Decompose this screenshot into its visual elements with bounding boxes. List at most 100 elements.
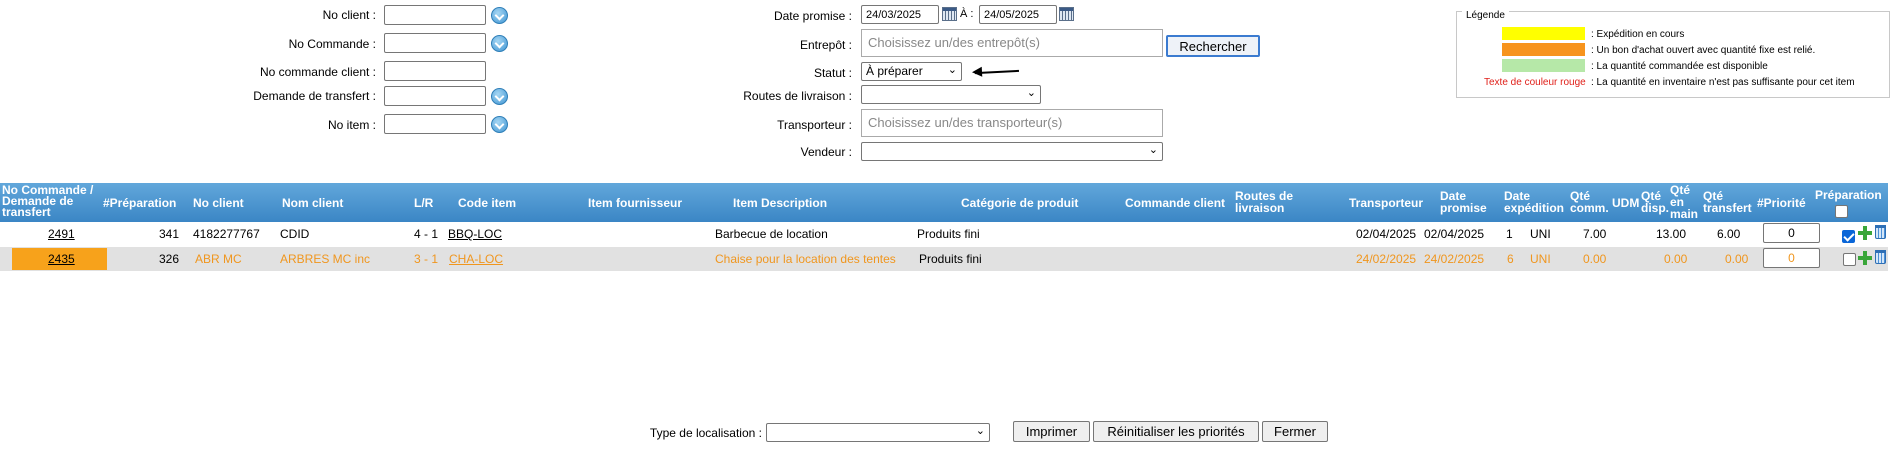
udm-cell: UNI	[1530, 227, 1551, 241]
table-header: No Commande / Demande de transfert #Prépar…	[0, 183, 1888, 222]
qte-main-cell: 13.00	[1656, 227, 1687, 241]
qte-comm-cell: 1	[1506, 227, 1513, 241]
description-cell: Chaise pour la location des tentes	[715, 252, 896, 266]
type-localisation-select[interactable]: ⌄	[766, 423, 990, 442]
no-commande-label: No Commande :	[288, 37, 376, 51]
arrow-head-icon	[971, 66, 983, 78]
legend-swatch-yellow	[1502, 27, 1585, 40]
lr-cell: 3 - 1	[414, 252, 439, 266]
col-preparation[interactable]: Préparation	[1815, 189, 1882, 201]
col-date-expedition[interactable]: Date expédition	[1504, 190, 1564, 214]
col-commande-client[interactable]: Commande client	[1125, 197, 1225, 209]
description-cell: Barbecue de location	[715, 227, 828, 241]
legend-text: : Expédition en cours	[1591, 29, 1685, 40]
col-udm[interactable]: UDM	[1612, 197, 1639, 209]
chevron-down-icon[interactable]	[491, 35, 508, 52]
no-client-cell: ABR MC	[195, 252, 242, 266]
col-nom-client[interactable]: Nom client	[282, 197, 343, 209]
date-from-input[interactable]	[861, 5, 939, 24]
preparation-checkbox[interactable]	[1843, 253, 1856, 266]
col-transporteur[interactable]: Transporteur	[1349, 197, 1423, 209]
legend-red-label: Texte de couleur rouge	[1484, 77, 1586, 88]
col-qte-transfert[interactable]: Qté transfert	[1703, 190, 1752, 214]
preparation-checkbox[interactable]	[1842, 230, 1855, 243]
chevron-down-icon[interactable]	[491, 7, 508, 24]
col-item-description[interactable]: Item Description	[733, 197, 827, 209]
qte-main-cell: 0.00	[1664, 252, 1688, 266]
statut-label: Statut :	[813, 66, 852, 80]
date-expedition-cell: 02/04/2025	[1424, 227, 1485, 241]
calendar-icon[interactable]	[942, 7, 957, 21]
fermer-button[interactable]: Fermer	[1262, 421, 1328, 442]
priorite-input[interactable]: 0	[1763, 223, 1820, 243]
chevron-down-icon: ⌄	[1148, 144, 1158, 156]
col-priorite[interactable]: #Priorité	[1757, 197, 1806, 209]
categorie-cell: Produits fini	[919, 252, 982, 266]
col-lr[interactable]: L/R	[414, 197, 433, 209]
demande-transfert-label: Demande de transfert :	[253, 89, 376, 103]
no-commande-client-input[interactable]	[384, 61, 486, 81]
priorite-input[interactable]: 0	[1763, 248, 1820, 268]
legend-text: : Un bon d'achat ouvert avec quantité fi…	[1591, 45, 1816, 56]
chevron-down-icon: ⌄	[975, 425, 985, 437]
col-code-item[interactable]: Code item	[458, 197, 516, 209]
no-client-label: No client :	[322, 8, 376, 22]
commande-link[interactable]: 2491	[48, 222, 75, 246]
code-item-link[interactable]: BBQ-LOC	[448, 222, 502, 246]
nom-client-cell: ARBRES MC inc	[280, 252, 371, 266]
col-routes[interactable]: Routes de livraison	[1235, 190, 1293, 214]
no-commande-input[interactable]	[384, 33, 486, 53]
transporteur-label: Transporteur :	[777, 118, 852, 132]
qte-transfert-cell: 0.00	[1725, 252, 1749, 266]
no-item-label: No item :	[327, 118, 376, 132]
routes-select[interactable]: ⌄	[861, 85, 1041, 104]
col-date-promise[interactable]: Date promise	[1440, 190, 1487, 214]
no-commande-client-label: No commande client :	[259, 65, 376, 79]
trash-icon[interactable]	[1875, 225, 1886, 239]
statut-select[interactable]: À préparer ⌄	[861, 62, 962, 81]
col-no-client[interactable]: No client	[193, 197, 244, 209]
qte-disp-cell: 7.00	[1583, 227, 1607, 241]
qte-transfert-cell: 6.00	[1717, 227, 1741, 241]
date-promise-cell: 02/04/2025	[1356, 227, 1417, 241]
chevron-down-icon[interactable]	[491, 116, 508, 133]
no-client-input[interactable]	[384, 5, 486, 25]
col-no-commande[interactable]: No Commande / Demande de transfert	[2, 184, 93, 218]
col-categorie[interactable]: Catégorie de produit	[961, 197, 1078, 209]
commande-link[interactable]: 2435	[48, 247, 75, 271]
col-qte-disp[interactable]: Qté disp.	[1641, 190, 1669, 214]
udm-cell: UNI	[1530, 252, 1551, 266]
trash-icon[interactable]	[1875, 250, 1886, 264]
preparation-cell: 326	[159, 252, 180, 266]
legend-text: : La quantité commandée est disponible	[1591, 61, 1768, 72]
col-preparation-no[interactable]: #Préparation	[103, 197, 176, 209]
chevron-down-icon[interactable]	[491, 88, 508, 105]
calendar-icon[interactable]	[1059, 7, 1074, 21]
qte-comm-cell: 6	[1507, 252, 1514, 266]
date-to-input[interactable]	[979, 5, 1057, 24]
preparation-cell: 341	[159, 227, 180, 241]
col-item-fournisseur[interactable]: Item fournisseur	[588, 197, 682, 209]
table-row: 2491 341 4182277767 CDID 4 - 1 BBQ-LOC B…	[0, 222, 1888, 246]
col-qte-main[interactable]: Qté en main	[1670, 184, 1698, 220]
qte-disp-cell: 0.00	[1583, 252, 1607, 266]
demande-transfert-input[interactable]	[384, 86, 486, 106]
plus-icon[interactable]	[1858, 251, 1872, 265]
select-all-checkbox[interactable]	[1835, 205, 1848, 218]
legend-swatch-orange	[1502, 43, 1585, 56]
transporteur-select[interactable]: Choisissez un/des transporteur(s)	[861, 109, 1163, 137]
col-qte-comm[interactable]: Qté comm.	[1570, 190, 1609, 214]
type-localisation-label: Type de localisation :	[649, 426, 762, 440]
code-item-link[interactable]: CHA-LOC	[449, 247, 503, 271]
vendeur-select[interactable]: ⌄	[861, 142, 1163, 161]
entrepot-select[interactable]: Choisissez un/des entrepôt(s)	[861, 29, 1163, 57]
date-promise-cell: 24/02/2025	[1356, 252, 1417, 266]
rechercher-button[interactable]: Rechercher	[1166, 35, 1260, 57]
plus-icon[interactable]	[1858, 226, 1872, 240]
reinitialiser-button[interactable]: Réinitialiser les priorités	[1093, 421, 1259, 442]
imprimer-button[interactable]: Imprimer	[1013, 421, 1090, 442]
date-promise-label: Date promise :	[773, 9, 852, 23]
no-item-input[interactable]	[384, 114, 486, 134]
legend-swatch-green	[1502, 59, 1585, 72]
nom-client-cell: CDID	[280, 227, 310, 241]
